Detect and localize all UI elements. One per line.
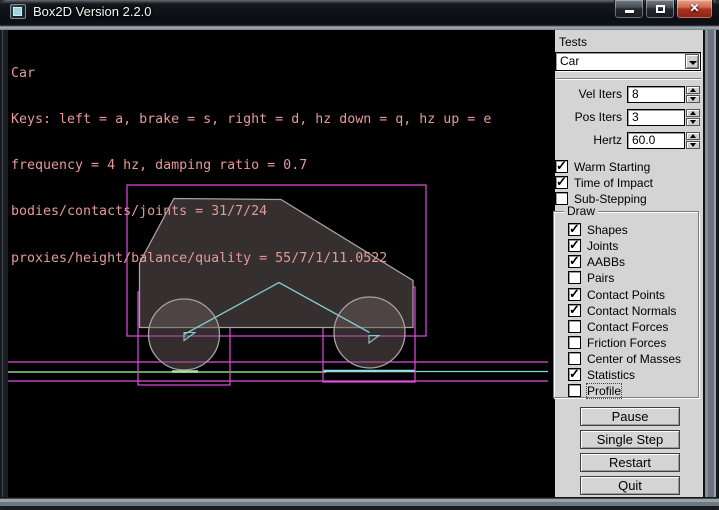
hertz-label: Hertz <box>555 132 625 149</box>
joints-checkbox[interactable]: ✓ <box>568 239 581 252</box>
bodies-stats-line: bodies/contacts/joints = 31/7/24 <box>11 204 491 219</box>
check-icon: ✓ <box>569 237 580 253</box>
tests-dropdown-value: Car <box>560 54 579 69</box>
debug-info-text: Car Keys: left = a, brake = s, right = d… <box>11 35 491 297</box>
profile-checkbox[interactable]: ✓ <box>568 384 581 397</box>
arrow-down-icon <box>690 97 696 101</box>
contact-normals-label: Contact Normals <box>587 304 676 318</box>
center-of-masses-checkbox[interactable]: ✓ <box>568 352 581 365</box>
profile-label: Profile <box>587 384 621 398</box>
tests-label: Tests <box>559 35 587 49</box>
tests-dropdown[interactable]: Car <box>555 52 701 71</box>
time-of-impact-label: Time of Impact <box>574 176 653 190</box>
arrow-down-icon <box>690 143 696 147</box>
check-icon: ✓ <box>569 253 580 269</box>
restart-button[interactable]: Restart <box>580 453 680 472</box>
contact-normals-checkbox[interactable]: ✓ <box>568 304 581 317</box>
arrow-up-icon <box>690 88 696 92</box>
statistics-label: Statistics <box>587 368 635 382</box>
draw-group-label: Draw <box>564 205 598 218</box>
hertz-spinner <box>686 132 700 149</box>
contact-points-checkbox[interactable]: ✓ <box>568 288 581 301</box>
contact-forces-checkbox[interactable]: ✓ <box>568 320 581 333</box>
app-icon <box>10 4 26 19</box>
chevron-down-icon <box>689 61 697 65</box>
title-bar[interactable]: Box2D Version 2.2.0 ✕ <box>0 0 719 30</box>
aabbs-checkbox[interactable]: ✓ <box>568 255 581 268</box>
quit-button[interactable]: Quit <box>580 476 680 495</box>
warm-starting-label: Warm Starting <box>574 160 650 174</box>
minimize-button[interactable] <box>614 0 644 19</box>
pause-button[interactable]: Pause <box>580 407 680 426</box>
keys-help-line: Keys: left = a, brake = s, right = d, hz… <box>11 112 491 127</box>
hertz-input[interactable]: 60.0 <box>627 132 685 149</box>
pos-iters-label: Pos Iters <box>555 109 625 126</box>
vel-iters-spinner <box>686 86 700 103</box>
box2d-testbed-window: Box2D Version 2.2.0 ✕ <box>0 0 719 510</box>
warm-starting-checkbox[interactable]: ✓ <box>555 160 568 173</box>
pos-iters-spinner <box>686 109 700 126</box>
pos-iters-spin-up[interactable] <box>686 109 700 117</box>
time-of-impact-checkbox[interactable]: ✓ <box>555 176 568 189</box>
friction-forces-label: Friction Forces <box>587 336 666 350</box>
frequency-line: frequency = 4 hz, damping ratio = 0.7 <box>11 158 491 173</box>
tests-dropdown-button[interactable] <box>685 54 699 69</box>
maximize-icon <box>656 5 665 13</box>
shapes-checkbox[interactable]: ✓ <box>568 223 581 236</box>
window-frame-right <box>703 30 719 510</box>
simulation-canvas[interactable]: Car Keys: left = a, brake = s, right = d… <box>8 30 555 497</box>
arrow-down-icon <box>690 120 696 124</box>
draw-group: Draw ✓ Shapes ✓ Joints ✓ AABBs ✓ Pairs ✓… <box>553 211 699 398</box>
hertz-spin-up[interactable] <box>686 132 700 140</box>
proxies-stats-line: proxies/height/balance/quality = 55/7/1/… <box>11 251 491 266</box>
check-icon: ✓ <box>569 366 580 382</box>
arrow-up-icon <box>690 111 696 115</box>
pos-iters-spin-down[interactable] <box>686 118 700 126</box>
window-controls: ✕ <box>613 0 713 19</box>
arrow-up-icon <box>690 134 696 138</box>
shapes-label: Shapes <box>587 223 628 237</box>
pairs-checkbox[interactable]: ✓ <box>568 271 581 284</box>
check-icon: ✓ <box>569 221 580 237</box>
separator <box>556 78 701 80</box>
check-icon: ✓ <box>556 158 567 174</box>
vel-iters-input[interactable]: 8 <box>627 86 685 103</box>
close-icon: ✕ <box>689 1 699 15</box>
check-icon: ✓ <box>556 174 567 190</box>
pairs-label: Pairs <box>587 271 614 285</box>
window-frame-bottom <box>0 497 719 510</box>
minimize-icon <box>625 10 634 13</box>
friction-forces-checkbox[interactable]: ✓ <box>568 336 581 349</box>
close-button[interactable]: ✕ <box>676 0 713 19</box>
contact-forces-label: Contact Forces <box>587 320 668 334</box>
check-icon: ✓ <box>569 302 580 318</box>
window-frame-left <box>0 30 8 510</box>
vel-iters-spin-up[interactable] <box>686 86 700 94</box>
joints-label: Joints <box>587 239 618 253</box>
contact-points-label: Contact Points <box>587 288 665 302</box>
window-title: Box2D Version 2.2.0 <box>33 4 152 20</box>
single-step-button[interactable]: Single Step <box>580 430 680 449</box>
statistics-checkbox[interactable]: ✓ <box>568 368 581 381</box>
vel-iters-label: Vel Iters <box>555 86 625 103</box>
maximize-button[interactable] <box>645 0 675 19</box>
vel-iters-spin-down[interactable] <box>686 95 700 103</box>
pos-iters-input[interactable]: 3 <box>627 109 685 126</box>
control-panel: Tests Car Vel Iters 8 Pos Iters 3 Hertz … <box>555 30 703 497</box>
test-name-line: Car <box>11 66 491 81</box>
hertz-spin-down[interactable] <box>686 141 700 149</box>
center-of-masses-label: Center of Masses <box>587 352 681 366</box>
check-icon: ✓ <box>569 286 580 302</box>
aabbs-label: AABBs <box>587 255 625 269</box>
